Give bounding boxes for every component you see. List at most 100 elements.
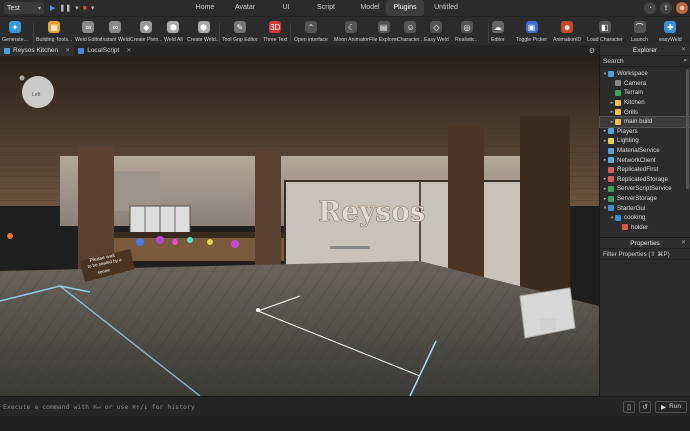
plugin-icon: ⬢ <box>167 21 180 33</box>
properties-header: Properties ✕ <box>600 238 690 249</box>
ribbon-divider <box>488 23 489 43</box>
avatar[interactable]: ☻ <box>676 2 688 14</box>
tab-avatar[interactable]: Avatar <box>224 0 266 16</box>
instance-icon <box>608 147 614 154</box>
chevron-down-icon[interactable]: ▾ <box>75 4 79 12</box>
explorer-scrollbar[interactable] <box>686 69 689 189</box>
explorer-item[interactable]: ▸ Kitchen <box>600 98 690 108</box>
tool-button[interactable]: ⌒ Launch <box>631 19 648 45</box>
place-selector[interactable]: Test ▾ <box>4 2 44 14</box>
tool-button[interactable]: ☁ Editor <box>491 19 505 45</box>
tool-button[interactable]: ∞ Instant Weld <box>101 19 130 45</box>
close-icon[interactable]: ✕ <box>681 45 686 56</box>
command-input[interactable]: Execute a command with ⌘↵ or use ⌘↑/↓ fo… <box>3 403 195 411</box>
tab-model[interactable]: Model <box>350 0 390 16</box>
explorer-search[interactable]: Search ⌕ <box>600 56 690 67</box>
explorer-item[interactable]: Camera <box>600 79 690 89</box>
tool-button[interactable]: ▦ Building Tools... <box>36 19 72 45</box>
explorer-item[interactable]: ▾ StarterGui <box>600 203 690 213</box>
chevron-down-icon[interactable]: ▾ <box>91 4 95 12</box>
explorer-item[interactable]: ▸ ReplicatedStorage <box>600 175 690 185</box>
tab-ui[interactable]: UI <box>268 0 304 16</box>
explorer-item[interactable]: MaterialService <box>600 146 690 156</box>
gear-icon[interactable]: ⚙ <box>589 47 595 55</box>
document-tab[interactable]: Reysos Kitchen ✕ <box>0 45 75 56</box>
tool-button[interactable]: ▤ File Explorer <box>369 19 398 45</box>
tool-button[interactable]: ☾ Moon Animator <box>334 19 369 45</box>
plugin-icon: 3D <box>269 21 282 33</box>
bookmark-icon[interactable]: ▯ <box>623 400 636 413</box>
explorer-item-label: ServerStorage <box>617 195 657 203</box>
explorer-item[interactable]: ▸ Players <box>600 127 690 137</box>
tool-button[interactable]: ✚ easyWeld <box>659 19 682 45</box>
explorer-item-label: holder <box>631 223 649 231</box>
document-tab-label: LocalScript <box>87 47 120 54</box>
tool-label: Toggle Picker <box>516 37 548 43</box>
share-icon[interactable]: ⇪ <box>660 2 672 14</box>
tool-button[interactable]: ◎ Realistic... <box>455 19 479 45</box>
tool-button[interactable]: ✎ Tool Grip Editor <box>222 19 258 45</box>
explorer-item[interactable]: ▸ Grills <box>600 107 690 117</box>
tool-label: Tool Grip Editor <box>222 37 258 43</box>
tool-label: Character... <box>397 37 424 43</box>
filter-properties-input[interactable]: Filter Properties (⇧ ⌘P) <box>600 249 690 260</box>
tool-button[interactable]: ☻ AnimationID <box>553 19 581 45</box>
explorer-item[interactable]: ▸ main build <box>599 116 690 128</box>
tab-plugins[interactable]: Plugins <box>386 0 424 16</box>
tool-button[interactable]: ◧ Load Character <box>587 19 623 45</box>
explorer-tree: ▾ Workspace Camera Terrain ▸ Kitchen ▸ Grills ▸ m… <box>599 67 690 233</box>
tool-button[interactable]: ⌃ Open interface <box>294 19 328 45</box>
explorer-item[interactable]: ▸ NetworkClient <box>600 155 690 165</box>
explorer-item[interactable]: ▸ ServerScriptService <box>600 184 690 194</box>
close-icon[interactable]: ✕ <box>126 47 131 54</box>
tool-button[interactable]: ✦ Generate... <box>2 19 28 45</box>
explorer-panel: Explorer ✕ Search ⌕ ▾ Workspace Camera Terr… <box>599 45 690 237</box>
tab-untitled[interactable]: Untitled <box>426 0 466 16</box>
plugin-icon: ⌒ <box>633 21 646 33</box>
3d-viewport[interactable]: Reysos Please wait to be seated by a ser… <box>0 56 599 396</box>
run-button[interactable]: ▶ Run <box>655 400 687 413</box>
plugins-ribbon: ✦ Generate... ▦ Building Tools... ∞ Weld Edit… <box>0 16 690 45</box>
ribbon-divider <box>290 23 291 43</box>
explorer-item[interactable]: ▾ cooking <box>600 213 690 223</box>
explorer-item[interactable]: ReplicatedFirst <box>600 165 690 175</box>
explorer-item[interactable]: Terrain <box>600 88 690 98</box>
plugin-icon: ∞ <box>109 21 122 33</box>
instance-icon <box>608 70 614 77</box>
close-icon[interactable]: ✕ <box>681 238 686 249</box>
explorer-item[interactable]: ▸ ServerStorage <box>600 194 690 204</box>
tool-label: AnimationID <box>553 37 582 43</box>
stop-icon[interactable]: ■ <box>83 5 87 12</box>
tool-button[interactable]: ∞ Weld Editor <box>75 19 102 45</box>
explorer-item-label: Terrain <box>624 89 643 97</box>
tool-button[interactable]: ◆ Create Pivin... <box>130 19 163 45</box>
close-icon[interactable]: ✕ <box>65 47 70 54</box>
explorer-item[interactable]: ▸ Lighting <box>600 136 690 146</box>
chevron-down-icon: ▾ <box>37 5 41 12</box>
history-icon[interactable]: ↺ <box>639 400 652 413</box>
notification-icon[interactable]: ◔ <box>644 2 656 14</box>
explorer-item-label: NetworkClient <box>617 156 656 164</box>
tab-script[interactable]: Script <box>305 0 347 16</box>
tool-button[interactable]: ⬢ Weld All <box>164 19 183 45</box>
explorer-item-label: Players <box>617 127 638 135</box>
tool-button[interactable]: ☺ Character... <box>397 19 424 45</box>
explorer-item[interactable]: holder <box>600 223 690 233</box>
play-icon[interactable]: ▶ <box>50 4 55 12</box>
svg-text:Left: Left <box>32 92 41 98</box>
tool-label: Easy Weld <box>424 37 449 43</box>
explorer-item[interactable]: ▾ Workspace <box>600 69 690 79</box>
pause-icon[interactable]: ❚❚ <box>59 4 71 12</box>
tool-button[interactable]: ◇ Easy Weld <box>424 19 449 45</box>
tab-home[interactable]: Home <box>184 0 226 16</box>
tool-button[interactable]: ⬢ Create Weld... <box>187 19 220 45</box>
document-tab[interactable]: LocalScript ✕ <box>74 45 135 56</box>
tool-label: Moon Animator <box>334 37 369 43</box>
explorer-header: Explorer ✕ <box>600 45 690 56</box>
selection-handle[interactable] <box>256 308 260 312</box>
reysos-sign: Reysos <box>318 195 426 228</box>
properties-title: Properties <box>630 240 660 247</box>
tool-button[interactable]: ▣ Toggle Picker <box>516 19 547 45</box>
instance-icon <box>615 118 621 125</box>
tool-button[interactable]: 3D Three Text <box>263 19 287 45</box>
